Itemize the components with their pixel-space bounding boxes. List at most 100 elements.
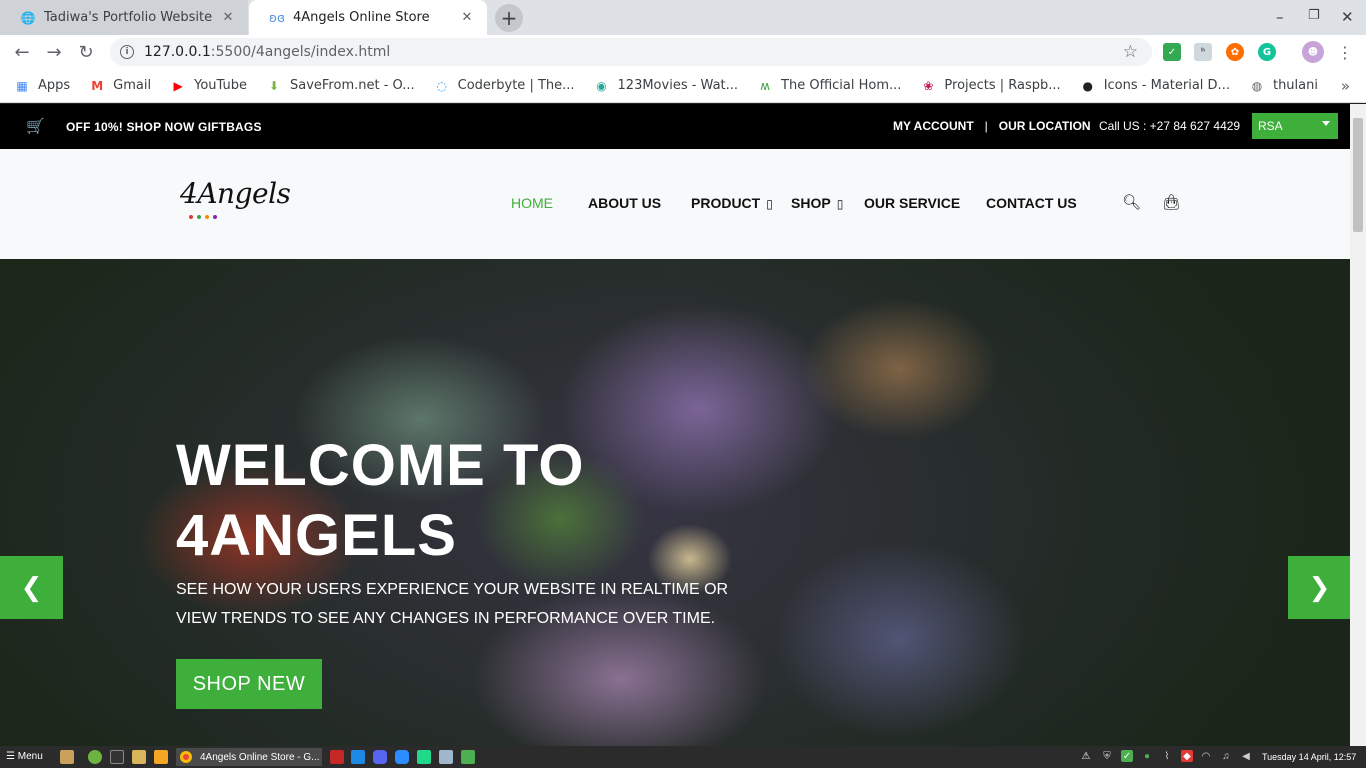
window-close-icon[interactable]: ✕ [1341, 8, 1354, 26]
bookmark-savefrom[interactable]: ⬇ SaveFrom.net - O... [266, 78, 415, 94]
grammarly-icon[interactable]: G [1258, 43, 1276, 61]
bookmark-label: Projects | Raspb... [944, 78, 1061, 93]
search-icon[interactable]: 🔍︎ [1122, 193, 1141, 211]
start-menu-button[interactable]: ☰ Menu [6, 751, 43, 762]
shield-tray-icon[interactable]: ⛨ [1101, 750, 1113, 762]
hero-slider: WELCOME TO 4ANGELS SEE HOW YOUR USERS EX… [0, 259, 1350, 746]
discord-icon[interactable] [373, 750, 387, 764]
site-logo[interactable]: 4Angels [180, 177, 291, 219]
movies-icon: ◉ [596, 78, 607, 93]
bookmark-label: SaveFrom.net - O... [289, 78, 415, 93]
bookmarks-bar: ▦ Apps M Gmail ▶ YouTube ⬇ SaveFrom.net - O.… [0, 69, 1366, 103]
nav-contact-us[interactable]: CONTACT US [986, 195, 1077, 211]
tab-portfolio[interactable]: 🌐 Tadiwa's Portfolio Website ✕ [0, 0, 248, 35]
extension-icon[interactable]: ʰ [1194, 43, 1212, 61]
task-label: 4Angels Online Store - G... [200, 751, 320, 763]
taskbar-task-chrome[interactable]: 4Angels Online Store - G... [176, 748, 322, 766]
check-tray-icon[interactable]: ✓ [1121, 750, 1133, 762]
official-home-icon: ʍ [760, 78, 770, 93]
gmail-icon: M [91, 78, 104, 93]
nav-shop[interactable]: SHOP ▯ [791, 195, 843, 211]
slider-next-button[interactable]: ❯ [1288, 556, 1350, 619]
shield-extension-icon[interactable]: ✓ [1163, 43, 1181, 61]
globe-icon: ◍ [1251, 78, 1263, 93]
bookmark-label: The Official Hom... [781, 78, 902, 93]
slider-prev-button[interactable]: ❮ [0, 556, 63, 619]
bookmark-label: Coderbyte | The... [457, 78, 575, 93]
bookmark-label: Icons - Material D... [1103, 78, 1230, 93]
bookmark-123movies[interactable]: ◉ 123Movies - Wat... [594, 78, 738, 94]
minimize-icon[interactable]: – [1276, 8, 1284, 26]
app-green-icon[interactable] [461, 750, 475, 764]
app-red-icon[interactable] [330, 750, 344, 764]
start-menu-label: Menu [17, 751, 43, 762]
shop-new-button[interactable]: SHOP NEW [176, 659, 322, 709]
warning-icon[interactable]: ⚠ [1080, 750, 1092, 762]
region-select[interactable]: RSA [1252, 113, 1338, 139]
raspberry-icon: ❀ [923, 78, 934, 93]
nav-home[interactable]: HOME [511, 195, 553, 211]
globe-icon: 🌐 [20, 10, 36, 25]
our-location-link[interactable]: OUR LOCATION [999, 119, 1091, 133]
folder-icon[interactable] [132, 750, 146, 764]
pycharm-icon[interactable] [417, 750, 431, 764]
hero-title: WELCOME TO 4ANGELS [176, 431, 584, 571]
nav-product[interactable]: PRODUCT ▯ [691, 195, 773, 211]
my-account-link[interactable]: MY ACCOUNT [893, 119, 974, 133]
tab-title: Tadiwa's Portfolio Website [44, 10, 213, 25]
new-tab-button[interactable]: + [495, 4, 523, 32]
nav-about-us[interactable]: ABOUT US [588, 195, 661, 211]
tray-app-icon[interactable]: ● [1141, 750, 1153, 762]
region-value: RSA [1258, 119, 1283, 133]
cart-icon: 🛒 [26, 118, 45, 135]
link-separator: | [984, 119, 988, 133]
terminal-icon[interactable] [110, 750, 124, 764]
bookmark-official-home[interactable]: ʍ The Official Hom... [757, 78, 901, 94]
info-icon[interactable]: i [120, 45, 134, 59]
back-arrow-icon[interactable]: ← [11, 41, 33, 63]
bookmark-coderbyte[interactable]: ◌ Coderbyte | The... [434, 78, 575, 94]
music-icon[interactable]: ♫ [1220, 750, 1232, 762]
tab-4angels[interactable]: ʚɞ 4Angels Online Store ✕ [249, 0, 487, 35]
page-scrollbar[interactable] [1350, 104, 1366, 746]
close-icon[interactable]: ✕ [220, 10, 236, 26]
phone-number: Call US : +27 84 627 4429 [1099, 119, 1241, 133]
files-icon[interactable] [60, 750, 74, 764]
bookmark-label: Gmail [113, 78, 152, 93]
bookmark-raspberry[interactable]: ❀ Projects | Raspb... [920, 78, 1060, 94]
app-window-icon[interactable] [439, 750, 453, 764]
nav-our-service[interactable]: OUR SERVICE [864, 195, 960, 211]
zoom-icon[interactable] [395, 750, 409, 764]
clock[interactable]: Tuesday 14 April, 12:57 [1262, 752, 1356, 762]
paperclip-icon[interactable]: ⌇ [1161, 750, 1173, 762]
dropdown-icon: ▯ [836, 197, 844, 211]
bookmark-star-icon[interactable]: ☆ [1123, 42, 1138, 62]
profile-avatar[interactable]: ☻ [1302, 41, 1324, 63]
scrollbar-thumb[interactable] [1353, 118, 1363, 232]
volume-icon[interactable]: ◀ [1240, 750, 1252, 762]
vscode-icon[interactable] [351, 750, 365, 764]
maximize-icon[interactable]: ❐ [1308, 8, 1320, 23]
hero-title-line2: 4ANGELS [176, 503, 457, 568]
bookmark-gmail[interactable]: M Gmail [89, 78, 151, 94]
wifi-icon[interactable]: ◠ [1200, 750, 1212, 762]
address-bar[interactable]: i 127.0.0.1:5500/4angels/index.html ☆ [110, 38, 1152, 66]
web-page: 🛒 OFF 10%! SHOP NOW GIFTBAGS MY ACCOUNT … [0, 104, 1350, 746]
bookmark-material-icons[interactable]: ● Icons - Material D... [1080, 78, 1230, 94]
media-player-icon[interactable] [154, 750, 168, 764]
bookmark-youtube[interactable]: ▶ YouTube [170, 78, 247, 94]
chevron-right-icon: ❯ [1308, 572, 1331, 603]
shopping-bag-icon[interactable]: 👜︎ [1162, 193, 1181, 211]
more-bookmarks-icon[interactable]: » [1341, 77, 1350, 95]
update-manager-icon[interactable] [88, 750, 102, 764]
extension-orange-icon[interactable]: ✿ [1226, 43, 1244, 61]
bookmark-thulani[interactable]: ◍ thulani [1249, 78, 1318, 94]
kebab-menu-icon[interactable]: ⋮ [1334, 41, 1356, 63]
account-links: MY ACCOUNT | OUR LOCATION [893, 119, 1091, 133]
bookmark-apps[interactable]: ▦ Apps [14, 78, 70, 94]
reload-icon[interactable]: ↻ [75, 41, 97, 63]
tray-red-icon[interactable]: ◆ [1181, 750, 1193, 762]
forward-arrow-icon[interactable]: → [43, 41, 65, 63]
close-icon[interactable]: ✕ [459, 10, 475, 26]
logo-dots [189, 215, 217, 219]
